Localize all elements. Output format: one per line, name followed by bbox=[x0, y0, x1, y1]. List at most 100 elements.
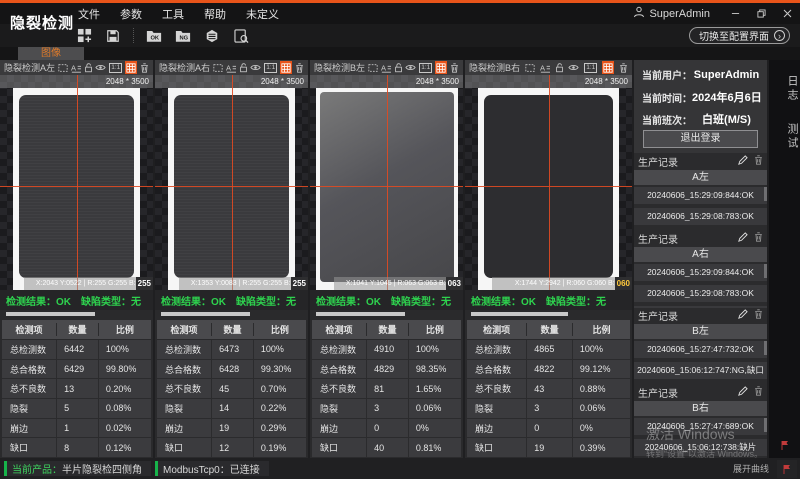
close-button[interactable] bbox=[774, 3, 800, 24]
trash-icon[interactable] bbox=[754, 232, 763, 245]
roi-icon[interactable] bbox=[58, 61, 68, 74]
eye-icon[interactable] bbox=[250, 61, 261, 74]
station-label: A右 bbox=[634, 247, 767, 262]
app-title: 隐裂检测 bbox=[10, 12, 74, 33]
unlock-icon[interactable] bbox=[239, 61, 248, 74]
maximize-button[interactable] bbox=[748, 3, 774, 24]
caption-icon[interactable]: A bbox=[381, 61, 391, 74]
edit-icon[interactable] bbox=[737, 155, 748, 169]
v-scrollbar[interactable] bbox=[764, 418, 767, 432]
table-row: 崩边190.29% bbox=[157, 419, 306, 439]
edit-icon[interactable] bbox=[737, 309, 748, 323]
record-row[interactable]: 20240606_15:06:12:738:缺片 bbox=[634, 439, 767, 456]
menu-undefined[interactable]: 未定义 bbox=[236, 6, 289, 22]
caption-icon[interactable]: A bbox=[71, 61, 81, 74]
grid-icon[interactable] bbox=[602, 61, 614, 74]
minimize-button[interactable] bbox=[722, 3, 748, 24]
current-user-chip[interactable]: SuperAdmin bbox=[633, 6, 710, 21]
v-scrollbar[interactable] bbox=[764, 264, 767, 278]
grid-icon[interactable] bbox=[280, 61, 292, 74]
table-header: 检测项数量比例 bbox=[2, 320, 151, 340]
unlock-icon[interactable] bbox=[394, 61, 403, 74]
defect-label: 缺陷类型：无 bbox=[546, 293, 606, 308]
delete-icon[interactable] bbox=[140, 61, 149, 74]
menu-params[interactable]: 参数 bbox=[110, 6, 152, 22]
trash-icon[interactable] bbox=[754, 386, 763, 399]
roi-icon[interactable] bbox=[368, 61, 378, 74]
status-accent-bar bbox=[4, 461, 7, 476]
record-row[interactable]: 20240606_15:29:08:78 bbox=[634, 306, 767, 308]
one-to-one-icon[interactable]: 1:1 bbox=[584, 63, 597, 73]
defect-label: 缺陷类型：无 bbox=[236, 293, 296, 308]
trash-icon[interactable] bbox=[754, 309, 763, 322]
caption-icon[interactable]: A bbox=[226, 61, 236, 74]
unlock-icon[interactable] bbox=[555, 61, 564, 74]
table-header: 检测项数量比例 bbox=[467, 320, 630, 340]
blue-value-chip: 063 bbox=[446, 277, 463, 290]
flag-icon[interactable] bbox=[777, 460, 797, 478]
record-group-b-right: 生产记录 B右 20240606_15:27:47:689:OK20240606… bbox=[634, 386, 767, 462]
one-to-one-icon[interactable]: 1:1 bbox=[264, 63, 277, 73]
v-scrollbar[interactable] bbox=[764, 187, 767, 201]
image-viewport[interactable]: 2048 * 3500 X:1041 Y:1045 | R:063 G:063 … bbox=[310, 75, 463, 290]
delete-icon[interactable] bbox=[619, 61, 628, 74]
roi-icon[interactable] bbox=[213, 61, 223, 74]
user-icon bbox=[633, 6, 645, 21]
record-row[interactable]: 20240606_15:29:08:783:OK bbox=[634, 208, 767, 225]
eye-icon[interactable] bbox=[95, 61, 106, 74]
grid-icon[interactable] bbox=[125, 61, 137, 74]
h-scrollbar[interactable] bbox=[471, 312, 568, 316]
h-scrollbar[interactable] bbox=[161, 312, 250, 316]
expand-curve-label[interactable]: 展开曲线 bbox=[733, 462, 769, 475]
folder-ng-icon[interactable]: NG bbox=[174, 27, 192, 45]
record-row[interactable]: 20240606_15:29:09:844:OK bbox=[634, 264, 767, 281]
h-scrollbar[interactable] bbox=[6, 312, 95, 316]
menu-help[interactable]: 帮助 bbox=[194, 6, 236, 22]
tab-test[interactable]: 测试 bbox=[769, 120, 800, 154]
eye-icon[interactable] bbox=[405, 61, 416, 74]
blue-value-chip: 255 bbox=[136, 277, 153, 290]
caption-icon[interactable]: A bbox=[540, 61, 550, 74]
unlock-icon[interactable] bbox=[84, 61, 93, 74]
logout-button[interactable]: 退出登录 bbox=[643, 130, 757, 148]
trash-icon[interactable] bbox=[754, 155, 763, 168]
edit-icon[interactable] bbox=[737, 386, 748, 400]
panel-title: 隐裂检测A右 bbox=[159, 61, 210, 74]
grid-icon[interactable] bbox=[435, 61, 447, 74]
stats-table: 检测项数量比例 总检测数6442100% 总合格数642999.80% 总不良数… bbox=[2, 320, 151, 458]
h-scrollbar[interactable] bbox=[316, 312, 405, 316]
record-row[interactable]: 20240606_15:27:47:732:OK bbox=[634, 341, 767, 358]
table-row: 隐裂50.08% bbox=[2, 399, 151, 419]
one-to-one-icon[interactable]: 1:1 bbox=[109, 63, 122, 73]
layout-icon[interactable] bbox=[75, 27, 93, 45]
v-scrollbar[interactable] bbox=[764, 341, 767, 355]
one-to-one-icon[interactable]: 1:1 bbox=[419, 63, 432, 73]
roi-icon[interactable] bbox=[525, 61, 535, 74]
image-viewport[interactable]: 2048 * 3500 X:1353 Y:0083 | R:255 G:255 … bbox=[155, 75, 308, 290]
panel-header: 隐裂检测A右 A 1:1 bbox=[155, 60, 308, 75]
delete-icon[interactable] bbox=[295, 61, 304, 74]
eye-icon[interactable] bbox=[568, 61, 579, 74]
image-viewport[interactable]: 2048 * 3500 X:2043 Y:0522 | R:255 G:255 … bbox=[0, 75, 153, 290]
record-row[interactable]: 20240606_15:06:12:747:NG,缺口 bbox=[634, 362, 767, 379]
record-group-title: 生产记录 bbox=[638, 232, 678, 246]
menu-file[interactable]: 文件 bbox=[68, 6, 110, 22]
edit-icon[interactable] bbox=[737, 232, 748, 246]
record-row[interactable]: 20240606_15:29:08:783:OK bbox=[634, 285, 767, 302]
tab-image[interactable]: 图像 bbox=[18, 47, 84, 60]
tab-log[interactable]: 日志 bbox=[769, 72, 800, 106]
record-row[interactable]: 20240606_15:29:09:844:OK bbox=[634, 187, 767, 204]
toolbar-separator bbox=[133, 28, 134, 43]
menu-tools[interactable]: 工具 bbox=[152, 6, 194, 22]
folder-ok-icon[interactable]: OK bbox=[145, 27, 163, 45]
svg-text:A: A bbox=[381, 63, 386, 72]
find-image-icon[interactable] bbox=[232, 27, 250, 45]
switch-to-config-button[interactable]: 切换至配置界面 › bbox=[689, 27, 790, 44]
stack-icon[interactable] bbox=[203, 27, 221, 45]
save-icon[interactable] bbox=[104, 27, 122, 45]
record-row[interactable]: 20240606_15:27:47:689:OK bbox=[634, 418, 767, 435]
crosshair-vertical bbox=[549, 75, 550, 290]
delete-icon[interactable] bbox=[450, 61, 459, 74]
flag-icon[interactable] bbox=[769, 440, 800, 450]
image-viewport[interactable]: 2048 * 3500 X:1744 Y:2942 | R:060 G:060 … bbox=[465, 75, 632, 290]
